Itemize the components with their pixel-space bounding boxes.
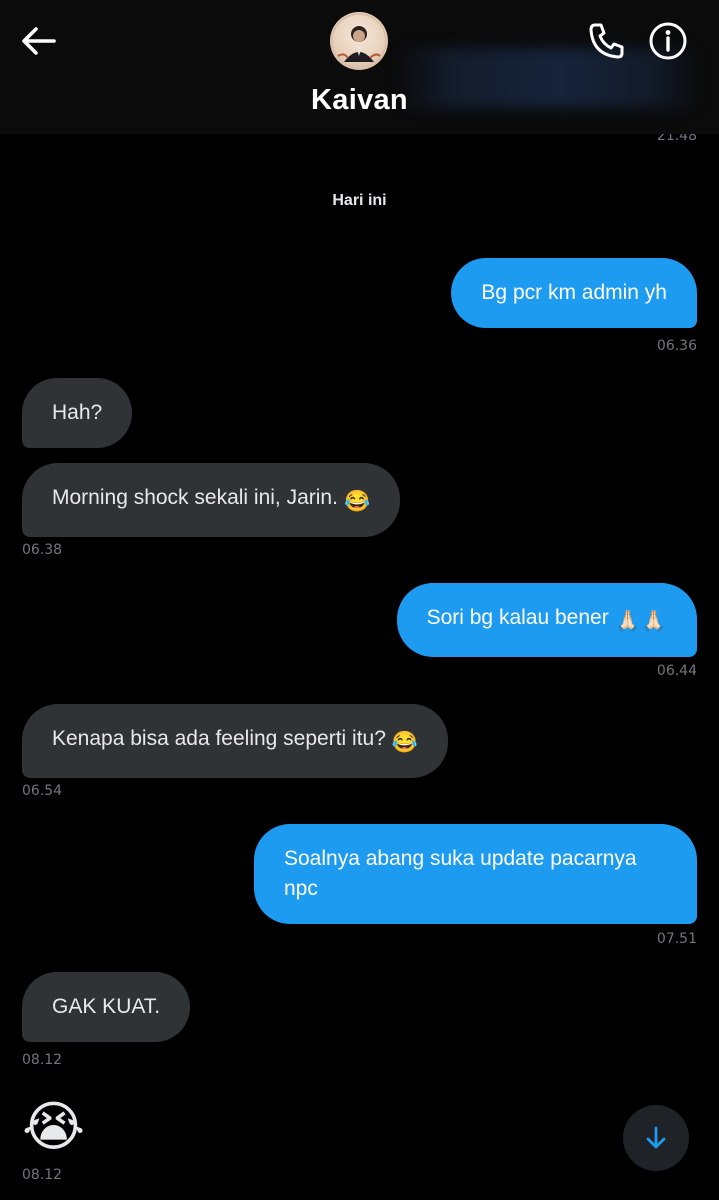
contact-name[interactable]: Kaivan bbox=[0, 84, 719, 117]
message-timestamp: 06.38 bbox=[22, 542, 63, 558]
message-bubble-outgoing[interactable]: Sori bg kalau bener 🙏🏻🙏🏻 bbox=[396, 583, 697, 657]
message-text: Kenapa bisa ada feeling seperti itu? bbox=[52, 727, 386, 750]
day-separator: Hari ini bbox=[332, 192, 387, 209]
message-bubble-incoming[interactable]: Hah? bbox=[22, 378, 133, 448]
message-bubble-outgoing[interactable]: Soalnya abang suka update pacarnya npc bbox=[254, 824, 697, 924]
message-bubble-incoming[interactable]: Morning shock sekali ini, Jarin. 😂 bbox=[22, 463, 401, 537]
message-text: GAK KUAT. bbox=[52, 995, 161, 1018]
message-text: Soalnya abang suka update pacarnya npc bbox=[284, 847, 637, 900]
avatar-image bbox=[331, 13, 387, 69]
message-bubble-incoming[interactable]: Kenapa bisa ada feeling seperti itu? 😂 bbox=[22, 704, 449, 778]
call-button[interactable] bbox=[584, 18, 630, 64]
back-arrow-icon bbox=[22, 27, 56, 55]
folded-hands-emoji: 🙏🏻🙏🏻 bbox=[614, 610, 667, 633]
message-timestamp: 06.54 bbox=[22, 783, 63, 799]
message-timestamp: 07.51 bbox=[656, 931, 697, 947]
phone-icon bbox=[589, 23, 624, 59]
message-bubble-incoming[interactable]: GAK KUAT. bbox=[22, 972, 191, 1042]
message-timestamp: 06.36 bbox=[656, 338, 697, 354]
message-timestamp: 08.12 bbox=[22, 1167, 63, 1183]
tears-of-joy-emoji: 😂 bbox=[343, 490, 371, 513]
message-text: Morning shock sekali ini, Jarin. bbox=[52, 486, 338, 509]
info-icon bbox=[649, 22, 687, 60]
message-text: Sori bg kalau bener bbox=[426, 606, 609, 629]
avatar[interactable] bbox=[330, 12, 388, 70]
crying-face-emoji-message[interactable]: 😭 bbox=[22, 1094, 92, 1160]
message-text: Hah? bbox=[52, 401, 103, 424]
tears-of-joy-emoji: 😂 bbox=[391, 731, 419, 754]
message-timestamp: 08.12 bbox=[22, 1052, 63, 1068]
scroll-to-bottom-button[interactable] bbox=[623, 1105, 689, 1171]
message-text: Bg pcr km admin yh bbox=[481, 281, 667, 304]
arrow-down-icon bbox=[646, 1126, 666, 1149]
back-button[interactable] bbox=[18, 20, 60, 62]
chat-header: Kaivan bbox=[0, 0, 719, 134]
message-timestamp: 06.44 bbox=[656, 663, 697, 679]
info-button[interactable] bbox=[645, 18, 691, 64]
message-bubble-outgoing[interactable]: Bg pcr km admin yh bbox=[451, 258, 697, 328]
